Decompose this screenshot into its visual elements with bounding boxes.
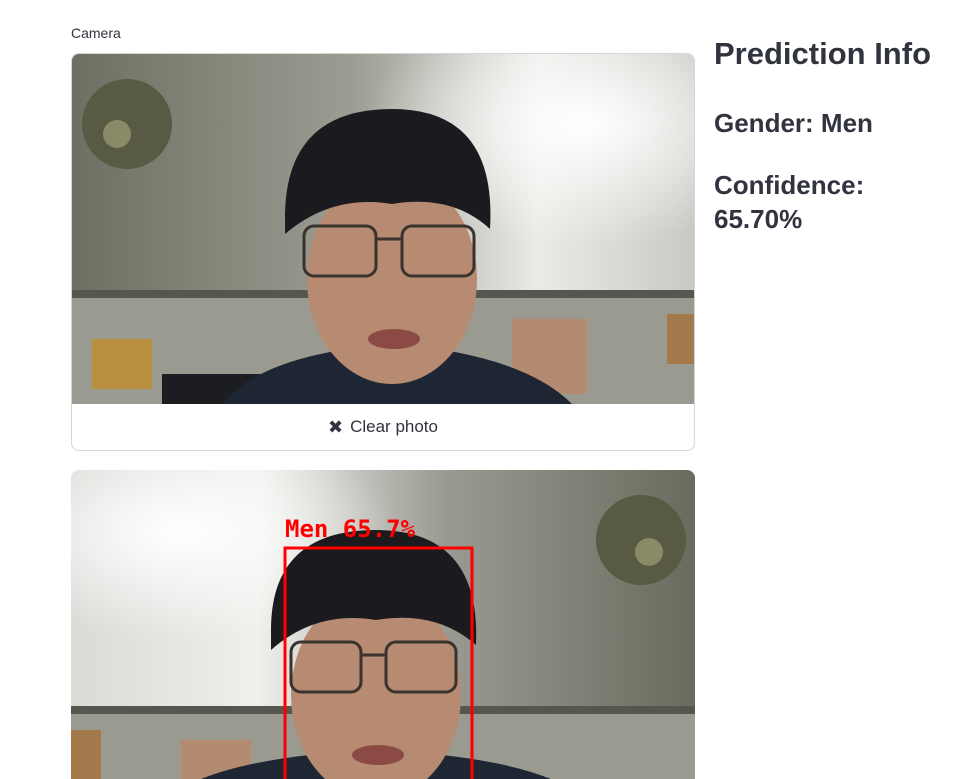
prediction-title: Prediction Info xyxy=(714,36,931,71)
app-page: Camera ✖ Clear photo Men 65.7% Predictio… xyxy=(0,0,959,779)
clear-photo-button[interactable]: ✖ Clear photo xyxy=(72,404,694,450)
camera-label: Camera xyxy=(71,25,121,41)
captured-photo xyxy=(72,54,694,404)
clear-photo-label: Clear photo xyxy=(350,417,438,436)
gender-result: Gender: Men xyxy=(714,108,873,138)
close-icon: ✖ xyxy=(328,417,344,437)
detection-label: Men 65.7% xyxy=(285,515,416,543)
annotated-photo-image: Men 65.7% xyxy=(71,470,695,779)
camera-input-widget[interactable]: ✖ Clear photo xyxy=(71,53,695,451)
prediction-panel: Prediction Info Gender: Men Confidence: … xyxy=(714,34,944,236)
captured-photo-image xyxy=(72,54,694,404)
annotated-result-image: Men 65.7% xyxy=(71,470,695,779)
confidence-result: Confidence: 65.70% xyxy=(714,170,865,234)
